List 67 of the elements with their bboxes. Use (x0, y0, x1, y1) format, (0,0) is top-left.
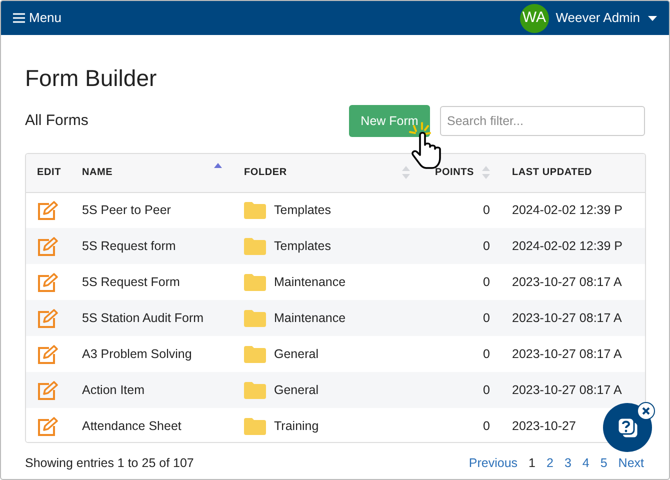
pagination-link[interactable]: 3 (564, 454, 572, 472)
edit-icon[interactable] (37, 308, 58, 328)
form-name: A3 Problem Solving (82, 346, 192, 361)
points-value: 0 (483, 418, 490, 433)
edit-icon[interactable] (37, 200, 58, 220)
form-name: Attendance Sheet (82, 418, 182, 433)
last-updated-date: 2023-10-27 08:17 A (512, 310, 622, 325)
last-updated-date: 2023-10-27 08:17 A (512, 274, 622, 289)
folder-icon (244, 238, 266, 254)
folder-icon (244, 274, 266, 290)
form-name: 5S Station Audit Form (82, 310, 204, 325)
pagination-link[interactable]: Previous (468, 454, 518, 472)
entries-info: Showing entries 1 to 25 of 107 (25, 454, 195, 472)
folder-name: Maintenance (274, 274, 346, 291)
form-name: Action Item (82, 382, 145, 397)
form-name: 5S Request form (82, 238, 176, 253)
folder-icon (244, 346, 266, 362)
last-updated-date: 2024-02-02 12:39 P (512, 202, 623, 217)
sort-icon (402, 166, 410, 180)
points-value: 0 (483, 202, 490, 217)
sort-icon (482, 166, 490, 180)
pagination-link[interactable]: 4 (582, 454, 590, 472)
folder-name: Templates (274, 202, 331, 219)
points-value: 0 (483, 274, 490, 289)
menu-button[interactable]: Menu (13, 8, 62, 28)
last-updated-date: 2023-10-27 (512, 418, 576, 433)
close-icon[interactable] (637, 402, 655, 420)
menu-icon (13, 13, 25, 23)
page-title: Form Builder (25, 64, 158, 93)
column-header[interactable]: POINTS (434, 165, 474, 180)
folder-icon (244, 202, 266, 219)
edit-icon[interactable] (37, 380, 58, 400)
edit-icon[interactable] (37, 344, 58, 364)
pagination-link[interactable]: 2 (546, 454, 554, 472)
column-header[interactable]: NAME (82, 165, 113, 180)
points-value: 0 (483, 382, 490, 397)
column-header[interactable]: LAST UPDATED (512, 165, 592, 180)
column-header[interactable]: EDIT (37, 165, 61, 180)
folder-name: Training (274, 418, 319, 435)
edit-icon[interactable] (37, 416, 58, 436)
folder-name: Maintenance (274, 310, 346, 327)
folder-name: General (274, 382, 318, 399)
points-value: 0 (483, 310, 490, 325)
edit-icon[interactable] (37, 272, 58, 292)
form-name: 5S Request Form (82, 274, 180, 289)
user-avatar[interactable]: WA (520, 4, 549, 32)
points-value: 0 (483, 238, 490, 253)
folder-name: General (274, 346, 318, 363)
form-name: 5S Peer to Peer (82, 202, 171, 217)
folder-icon (244, 310, 266, 326)
caret-icon (648, 16, 657, 20)
last-updated-date: 2024-02-02 12:39 P (512, 238, 623, 253)
current-page[interactable]: 1 (528, 454, 536, 472)
points-value: 0 (483, 346, 490, 361)
column-header[interactable]: FOLDER (244, 165, 287, 180)
folder-name: Templates (274, 238, 331, 255)
folder-icon (244, 418, 266, 434)
last-updated-date: 2023-10-27 08:17 A (512, 346, 622, 361)
edit-icon[interactable] (37, 236, 58, 256)
pagination-link[interactable]: 5 (600, 454, 608, 472)
user-menu-button[interactable]: Weever Admin (556, 8, 657, 28)
section-title: All Forms (25, 110, 90, 131)
search-field[interactable]: Search filter... (440, 106, 645, 136)
pagination-link[interactable]: Next (618, 454, 644, 472)
last-updated-date: 2023-10-27 08:17 A (512, 382, 622, 397)
sort-ascending-icon (214, 163, 222, 168)
folder-icon (244, 382, 266, 398)
